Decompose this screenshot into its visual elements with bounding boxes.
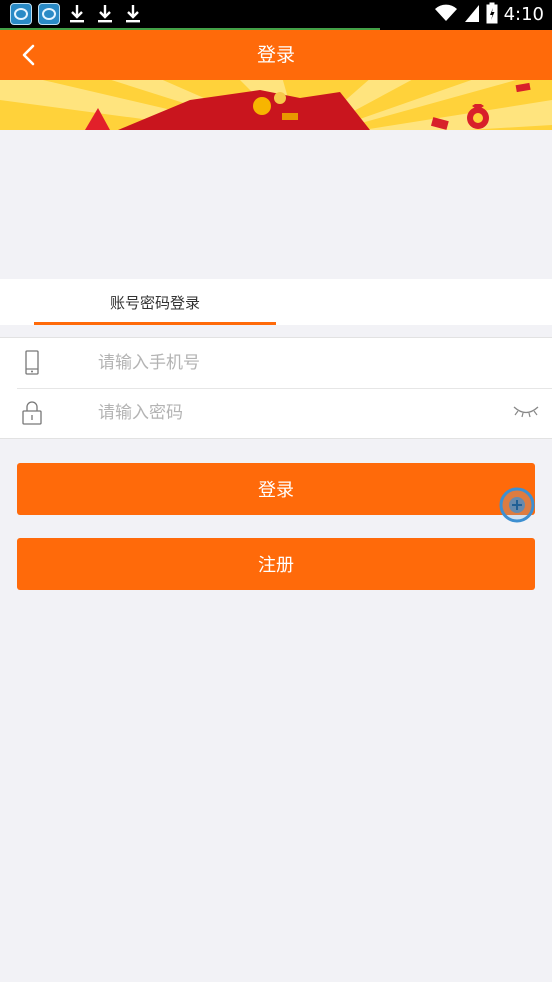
login-tabs: 账号密码登录 [0, 279, 552, 325]
phone-row [0, 338, 552, 388]
login-form [0, 337, 552, 439]
phone-input[interactable] [98, 346, 498, 380]
promo-banner[interactable] [0, 80, 552, 130]
page-title: 登录 [256, 44, 295, 66]
battery-icon [486, 2, 498, 28]
lock-icon [22, 401, 42, 425]
system-icons: 4:10 [434, 2, 544, 28]
password-input[interactable] [98, 396, 498, 430]
touch-indicator-icon [499, 487, 535, 523]
app-icon [10, 3, 32, 25]
notification-icons [10, 3, 144, 25]
download-icon [66, 3, 88, 25]
phone-icon [25, 350, 39, 375]
app-icon [38, 3, 60, 25]
signal-icon [464, 3, 480, 27]
eye-closed-icon[interactable] [512, 402, 540, 422]
register-button[interactable]: 注册 [17, 538, 535, 590]
status-bar: 4:10 [0, 0, 552, 30]
app-header: 登录 [0, 30, 552, 80]
tab-active-indicator [34, 322, 276, 325]
login-button[interactable]: 登录 [17, 463, 535, 515]
wifi-icon [434, 3, 458, 27]
download-icon [94, 3, 116, 25]
download-icon [122, 3, 144, 25]
password-row [0, 388, 552, 438]
status-time: 4:10 [503, 4, 544, 25]
tab-account-password[interactable]: 账号密码登录 [34, 279, 276, 327]
